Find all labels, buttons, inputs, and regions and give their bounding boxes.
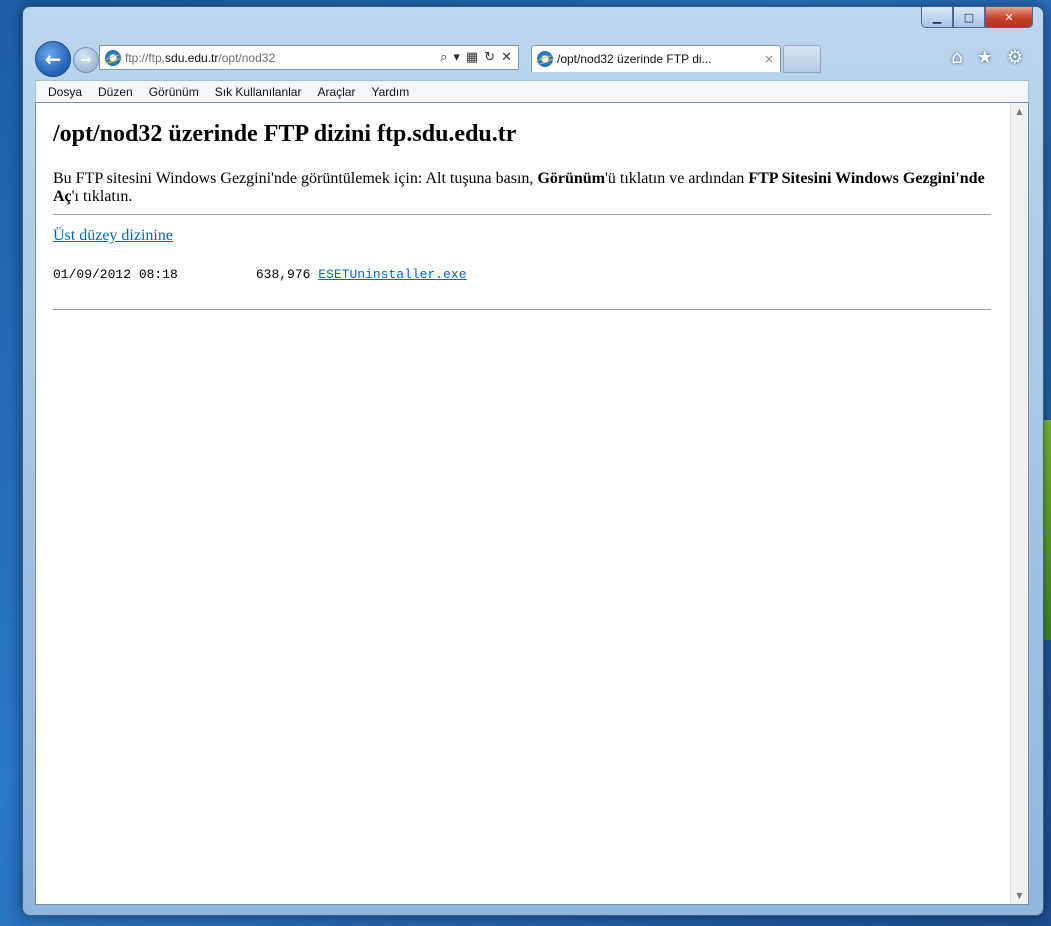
instr-text-1: Bu FTP sitesini Windows Gezgini'nde görü… xyxy=(53,170,538,187)
divider-bottom xyxy=(53,309,991,310)
menu-sik-kullanilanlar[interactable]: Sık Kullanılanlar xyxy=(207,85,310,99)
ftp-listing-page: /opt/nod32 üzerinde FTP dizini ftp.sdu.e… xyxy=(53,103,991,310)
menu-araclar[interactable]: Araçlar xyxy=(309,85,363,99)
back-arrow-icon: ← xyxy=(44,47,62,71)
address-url[interactable]: ftp://ftp.sdu.edu.tr/opt/nod32 xyxy=(125,51,440,65)
minimize-button[interactable]: ▁ xyxy=(921,7,953,28)
address-tools: ⌕ ▾ ▦ ↻ ✕ xyxy=(440,50,518,65)
search-icon[interactable]: ⌕ xyxy=(440,50,447,65)
dropdown-icon[interactable]: ▾ xyxy=(453,50,460,65)
compatibility-view-icon[interactable]: ▦ xyxy=(466,50,478,65)
url-prefix: ftp://ftp. xyxy=(125,50,166,65)
file-link[interactable]: ESETUninstaller.exe xyxy=(318,267,466,282)
page-content: /opt/nod32 üzerinde FTP dizini ftp.sdu.e… xyxy=(35,102,1029,905)
file-date: 01/09/2012 08:18 xyxy=(53,267,178,282)
file-row: 01/09/2012 08:18 638,976 ESETUninstaller… xyxy=(53,267,991,282)
scroll-up-icon[interactable]: ▲ xyxy=(1011,103,1028,120)
browser-window: ▁ □ ✕ ← → ftp://ftp.sdu.edu.tr/opt/nod32… xyxy=(22,6,1044,916)
divider-top xyxy=(53,214,991,215)
menu-yardim[interactable]: Yardım xyxy=(363,85,417,99)
instr-text-3: 'ı tıklatın. xyxy=(71,188,133,205)
tab-close-icon[interactable]: × xyxy=(758,52,780,66)
file-size: 638,976 xyxy=(255,267,311,282)
tab-active[interactable]: /opt/nod32 üzerinde FTP di... × xyxy=(531,45,781,72)
browser-toolbar-icons: ⌂ ★ ⚙ xyxy=(951,47,1023,68)
forward-button[interactable]: → xyxy=(73,47,99,73)
stop-icon[interactable]: ✕ xyxy=(501,50,512,65)
maximize-button[interactable]: □ xyxy=(953,7,985,28)
page-title: /opt/nod32 üzerinde FTP dizini ftp.sdu.e… xyxy=(53,121,517,147)
navigation-bar: ← → ftp://ftp.sdu.edu.tr/opt/nod32 ⌕ ▾ ▦… xyxy=(35,41,1033,77)
close-window-button[interactable]: ✕ xyxy=(985,7,1033,28)
instr-bold-view: Görünüm xyxy=(537,170,606,187)
vertical-scrollbar[interactable]: ▲ ▼ xyxy=(1010,103,1028,904)
window-caption-buttons: ▁ □ ✕ xyxy=(921,7,1033,28)
refresh-icon[interactable]: ↻ xyxy=(484,50,495,65)
instructions-text: Bu FTP sitesini Windows Gezgini'nde görü… xyxy=(53,170,991,206)
ie-tab-icon xyxy=(537,51,553,67)
address-bar[interactable]: ftp://ftp.sdu.edu.tr/opt/nod32 ⌕ ▾ ▦ ↻ ✕ xyxy=(99,45,519,70)
scroll-down-icon[interactable]: ▼ xyxy=(1011,887,1028,904)
menu-dosya[interactable]: Dosya xyxy=(40,85,90,99)
forward-arrow-icon: → xyxy=(80,52,92,68)
ie-page-icon xyxy=(105,49,121,66)
url-path: /opt/nod32 xyxy=(218,50,276,65)
favorites-star-icon[interactable]: ★ xyxy=(977,47,993,68)
tools-gear-icon[interactable]: ⚙ xyxy=(1007,47,1023,68)
menu-bar: Dosya Düzen Görünüm Sık Kullanılanlar Ar… xyxy=(35,80,1029,102)
url-host: sdu.edu.tr xyxy=(165,50,219,65)
tab-title: /opt/nod32 üzerinde FTP di... xyxy=(557,52,712,66)
home-icon[interactable]: ⌂ xyxy=(951,47,962,68)
menu-gorunum[interactable]: Görünüm xyxy=(141,85,207,99)
parent-directory-link[interactable]: Üst düzey dizinine xyxy=(53,227,173,245)
instr-text-2: 'ü tıklatın ve ardından xyxy=(605,170,749,187)
menu-duzen[interactable]: Düzen xyxy=(90,85,141,99)
back-button[interactable]: ← xyxy=(35,41,71,77)
file-list: 01/09/2012 08:18 638,976 ESETUninstaller… xyxy=(53,267,991,282)
new-tab-button[interactable] xyxy=(783,45,821,73)
